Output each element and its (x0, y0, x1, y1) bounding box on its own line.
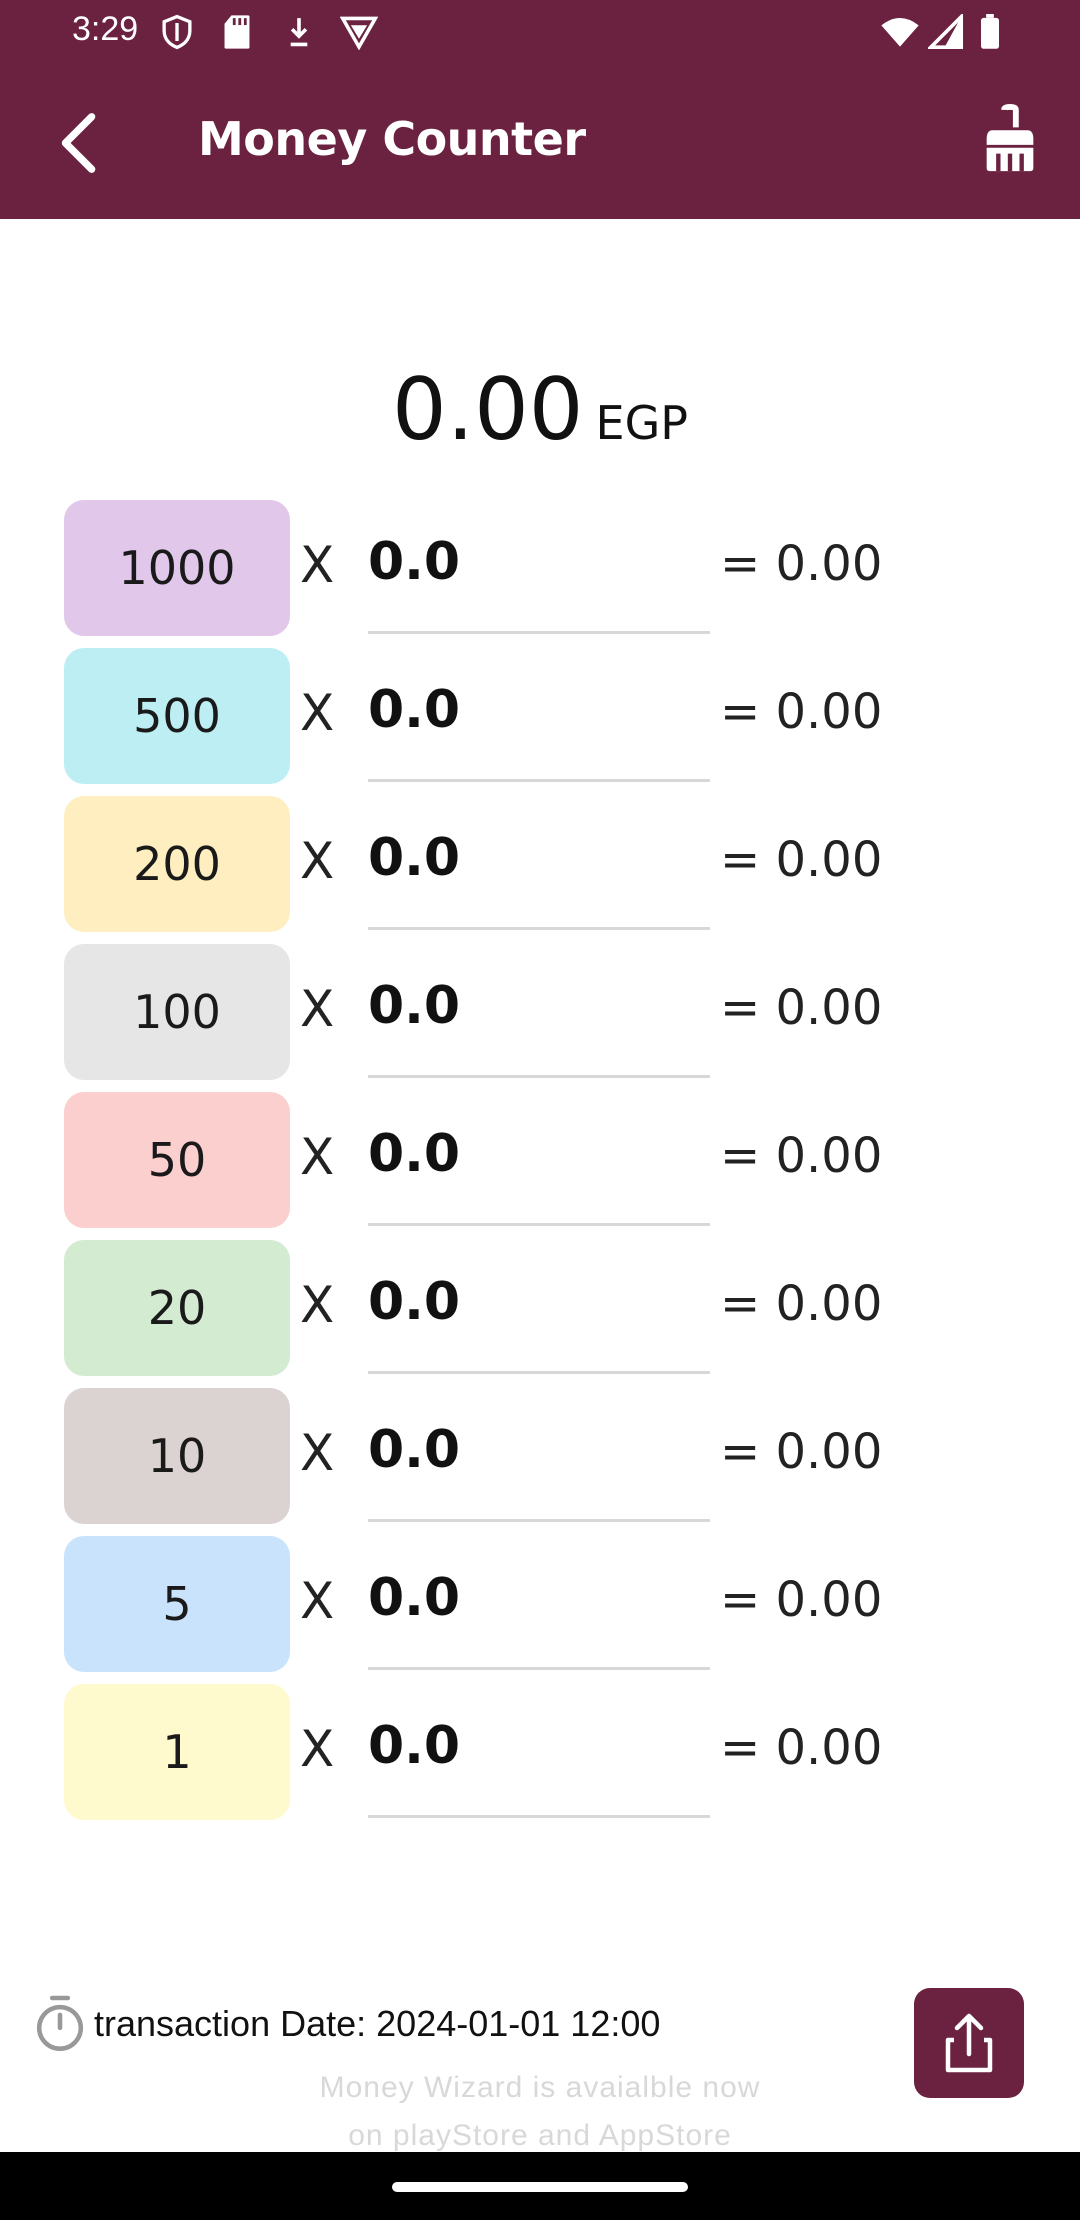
input-underline (368, 1519, 710, 1522)
multiply-sign: X (300, 1128, 335, 1186)
quantity-input[interactable]: 0.0 (368, 1124, 710, 1226)
broom-icon[interactable] (980, 104, 1040, 174)
sd-card-icon (224, 15, 250, 49)
vpn-icon (340, 16, 378, 50)
denomination-row: 50 X 0.0 = 0.00 (0, 1092, 1080, 1240)
quantity-value[interactable]: 0.0 (368, 1568, 460, 1628)
total-display: 0.00 EGP (0, 360, 1080, 460)
quantity-value[interactable]: 0.0 (368, 828, 460, 888)
quantity-input[interactable]: 0.0 (368, 1716, 710, 1818)
denomination-chip: 1000 (64, 500, 290, 636)
denomination-chip: 50 (64, 1092, 290, 1228)
input-underline (368, 1667, 710, 1670)
denomination-row: 500 X 0.0 = 0.00 (0, 648, 1080, 796)
quantity-input[interactable]: 0.0 (368, 680, 710, 782)
multiply-sign: X (300, 1572, 335, 1630)
input-underline (368, 1223, 710, 1226)
row-subtotal: = 0.00 (720, 1276, 883, 1332)
status-bar: 3:29 (0, 0, 1080, 66)
quantity-input[interactable]: 0.0 (368, 532, 710, 634)
home-gesture-handle[interactable] (392, 2182, 688, 2192)
status-time: 3:29 (72, 10, 139, 48)
multiply-sign: X (300, 1720, 335, 1778)
denomination-row: 5 X 0.0 = 0.00 (0, 1536, 1080, 1684)
denomination-chip: 10 (64, 1388, 290, 1524)
multiply-sign: X (300, 536, 335, 594)
quantity-input[interactable]: 0.0 (368, 976, 710, 1078)
denomination-chip: 500 (64, 648, 290, 784)
input-underline (368, 1371, 710, 1374)
multiply-sign: X (300, 684, 335, 742)
share-icon (945, 2013, 993, 2073)
input-underline (368, 1075, 710, 1078)
back-arrow-icon[interactable] (50, 108, 110, 178)
page-title: Money Counter (198, 112, 586, 166)
quantity-value[interactable]: 0.0 (368, 680, 460, 740)
transaction-date[interactable]: transaction Date: 2024-01-01 12:00 (34, 1994, 660, 2054)
wifi-icon (881, 18, 919, 47)
denomination-row: 200 X 0.0 = 0.00 (0, 796, 1080, 944)
total-amount: 0.00 (392, 360, 584, 460)
system-navigation-bar (0, 2152, 1080, 2220)
row-subtotal: = 0.00 (720, 980, 883, 1036)
row-subtotal: = 0.00 (720, 684, 883, 740)
multiply-sign: X (300, 1424, 335, 1482)
total-currency: EGP (595, 396, 688, 450)
battery-icon (981, 14, 999, 49)
row-subtotal: = 0.00 (720, 1424, 883, 1480)
quantity-input[interactable]: 0.0 (368, 1568, 710, 1670)
row-subtotal: = 0.00 (720, 1128, 883, 1184)
quantity-input[interactable]: 0.0 (368, 1420, 710, 1522)
quantity-value[interactable]: 0.0 (368, 1716, 460, 1776)
signal-icon (928, 14, 964, 50)
denomination-chip: 5 (64, 1536, 290, 1672)
quantity-input[interactable]: 0.0 (368, 1272, 710, 1374)
multiply-sign: X (300, 980, 335, 1038)
denomination-row: 10 X 0.0 = 0.00 (0, 1388, 1080, 1536)
quantity-value[interactable]: 0.0 (368, 976, 460, 1036)
denomination-chip: 100 (64, 944, 290, 1080)
input-underline (368, 1815, 710, 1818)
quantity-input[interactable]: 0.0 (368, 828, 710, 930)
quantity-value[interactable]: 0.0 (368, 1272, 460, 1332)
denomination-chip: 20 (64, 1240, 290, 1376)
row-subtotal: = 0.00 (720, 1572, 883, 1628)
download-icon (290, 18, 308, 47)
denomination-row: 20 X 0.0 = 0.00 (0, 1240, 1080, 1388)
quantity-value[interactable]: 0.0 (368, 1124, 460, 1184)
row-subtotal: = 0.00 (720, 832, 883, 888)
row-subtotal: = 0.00 (720, 536, 883, 592)
app-header: 3:29 Money Counter (0, 0, 1080, 219)
denomination-row: 1 X 0.0 = 0.00 (0, 1684, 1080, 1832)
transaction-date-label: transaction Date: 2024-01-01 12:00 (94, 2003, 661, 2044)
denomination-row: 1000 X 0.0 = 0.00 (0, 500, 1080, 648)
input-underline (368, 779, 710, 782)
quantity-value[interactable]: 0.0 (368, 532, 460, 592)
multiply-sign: X (300, 832, 335, 890)
denomination-chip: 200 (64, 796, 290, 932)
denomination-chip: 1 (64, 1684, 290, 1820)
shield-icon (162, 14, 192, 50)
input-underline (368, 927, 710, 930)
share-button[interactable] (914, 1988, 1024, 2098)
multiply-sign: X (300, 1276, 335, 1334)
quantity-value[interactable]: 0.0 (368, 1420, 460, 1480)
denomination-row: 100 X 0.0 = 0.00 (0, 944, 1080, 1092)
row-subtotal: = 0.00 (720, 1720, 883, 1776)
input-underline (368, 631, 710, 634)
timer-icon (36, 1995, 84, 2051)
